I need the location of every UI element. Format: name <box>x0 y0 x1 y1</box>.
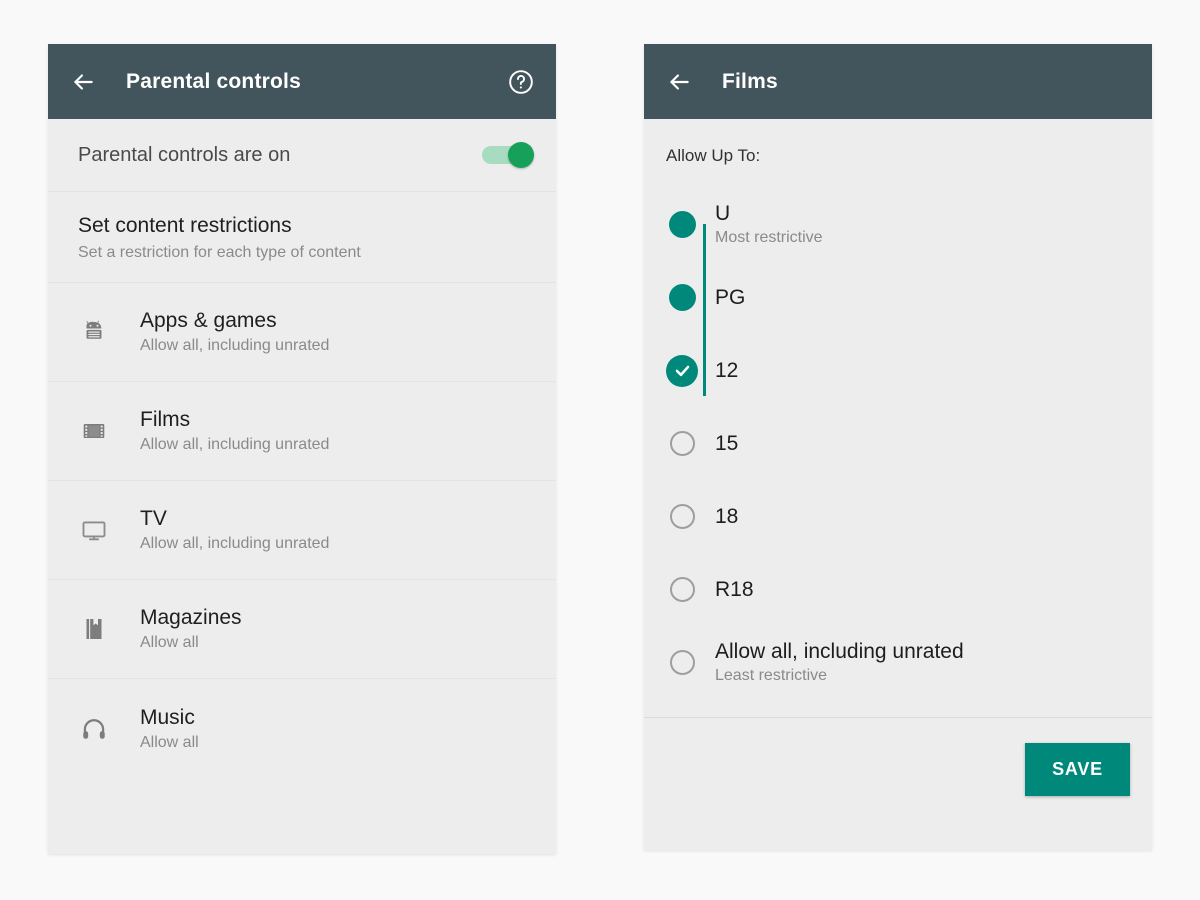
help-circle-icon[interactable] <box>508 69 534 95</box>
headphones-icon <box>76 715 112 743</box>
list-item-subtitle: Allow all, including unrated <box>140 436 329 454</box>
radio-empty-icon[interactable] <box>666 574 698 606</box>
radio-empty-icon[interactable] <box>666 428 698 460</box>
option-texts: 12 <box>715 359 738 383</box>
rating-option-18[interactable]: 18 <box>644 480 1152 553</box>
list-item-texts: Magazines Allow all <box>140 606 242 652</box>
rating-option-r18[interactable]: R18 <box>644 553 1152 626</box>
tv-monitor-icon <box>76 516 112 544</box>
option-title: 12 <box>715 359 738 383</box>
rating-option-allow-all[interactable]: Allow all, including unrated Least restr… <box>644 626 1152 699</box>
list-item-texts: TV Allow all, including unrated <box>140 507 329 553</box>
radio-filled-icon[interactable] <box>666 209 698 241</box>
film-strip-icon <box>76 418 112 444</box>
list-item-title: Apps & games <box>140 309 329 333</box>
option-texts: PG <box>715 286 745 310</box>
films-rating-panel: Films Allow Up To: U Most restrictive PG <box>644 44 1152 850</box>
back-icon[interactable] <box>666 69 692 95</box>
section-subtitle: Set a restriction for each type of conte… <box>78 244 526 262</box>
list-item-subtitle: Allow all, including unrated <box>140 535 329 553</box>
page-title: Parental controls <box>126 70 301 94</box>
parental-controls-panel: Parental controls Parental controls are … <box>48 44 556 854</box>
list-item-title: Magazines <box>140 606 242 630</box>
toggle-label: Parental controls are on <box>78 144 482 167</box>
right-appbar: Films <box>644 44 1152 119</box>
rating-option-12[interactable]: 12 <box>644 334 1152 407</box>
left-appbar: Parental controls <box>48 44 556 119</box>
option-subtitle: Most restrictive <box>715 229 823 247</box>
allow-up-to-label: Allow Up To: <box>644 119 1152 166</box>
selection-connector-line <box>703 224 706 396</box>
radio-filled-icon[interactable] <box>666 282 698 314</box>
book-icon <box>76 616 112 642</box>
option-title: PG <box>715 286 745 310</box>
option-title: 15 <box>715 432 738 456</box>
list-item-films[interactable]: Films Allow all, including unrated <box>48 382 556 481</box>
radio-empty-icon[interactable] <box>666 647 698 679</box>
list-item-title: Music <box>140 706 199 730</box>
parental-controls-toggle-row[interactable]: Parental controls are on <box>48 119 556 192</box>
radio-empty-icon[interactable] <box>666 501 698 533</box>
option-texts: R18 <box>715 578 754 602</box>
rating-options-list: U Most restrictive PG 12 <box>644 166 1152 713</box>
content-restrictions-header: Set content restrictions Set a restricti… <box>48 192 556 283</box>
option-texts: Allow all, including unrated Least restr… <box>715 640 964 685</box>
section-title: Set content restrictions <box>78 214 526 238</box>
list-item-subtitle: Allow all <box>140 734 199 752</box>
list-item-music[interactable]: Music Allow all <box>48 679 556 778</box>
list-item-subtitle: Allow all, including unrated <box>140 337 329 355</box>
list-item-apps-games[interactable]: Apps & games Allow all, including unrate… <box>48 283 556 382</box>
footer-actions: SAVE <box>644 718 1152 821</box>
switch-thumb <box>508 142 534 168</box>
list-item-texts: Films Allow all, including unrated <box>140 408 329 454</box>
option-title: R18 <box>715 578 754 602</box>
option-title: U <box>715 202 823 226</box>
rating-option-pg[interactable]: PG <box>644 261 1152 334</box>
list-item-title: TV <box>140 507 329 531</box>
option-subtitle: Least restrictive <box>715 667 964 685</box>
list-item-texts: Apps & games Allow all, including unrate… <box>140 309 329 355</box>
option-title: 18 <box>715 505 738 529</box>
rating-option-15[interactable]: 15 <box>644 407 1152 480</box>
rating-option-u[interactable]: U Most restrictive <box>644 188 1152 261</box>
option-texts: 18 <box>715 505 738 529</box>
option-texts: U Most restrictive <box>715 202 823 247</box>
list-item-texts: Music Allow all <box>140 706 199 752</box>
radio-checked-icon[interactable] <box>666 355 698 387</box>
parental-controls-switch[interactable] <box>482 142 534 168</box>
option-texts: 15 <box>715 432 738 456</box>
list-item-title: Films <box>140 408 329 432</box>
back-icon[interactable] <box>70 69 96 95</box>
option-title: Allow all, including unrated <box>715 640 964 664</box>
list-item-magazines[interactable]: Magazines Allow all <box>48 580 556 679</box>
page-title: Films <box>722 70 778 94</box>
list-item-subtitle: Allow all <box>140 634 242 652</box>
save-button[interactable]: SAVE <box>1025 743 1130 796</box>
android-robot-icon <box>76 318 112 346</box>
list-item-tv[interactable]: TV Allow all, including unrated <box>48 481 556 580</box>
